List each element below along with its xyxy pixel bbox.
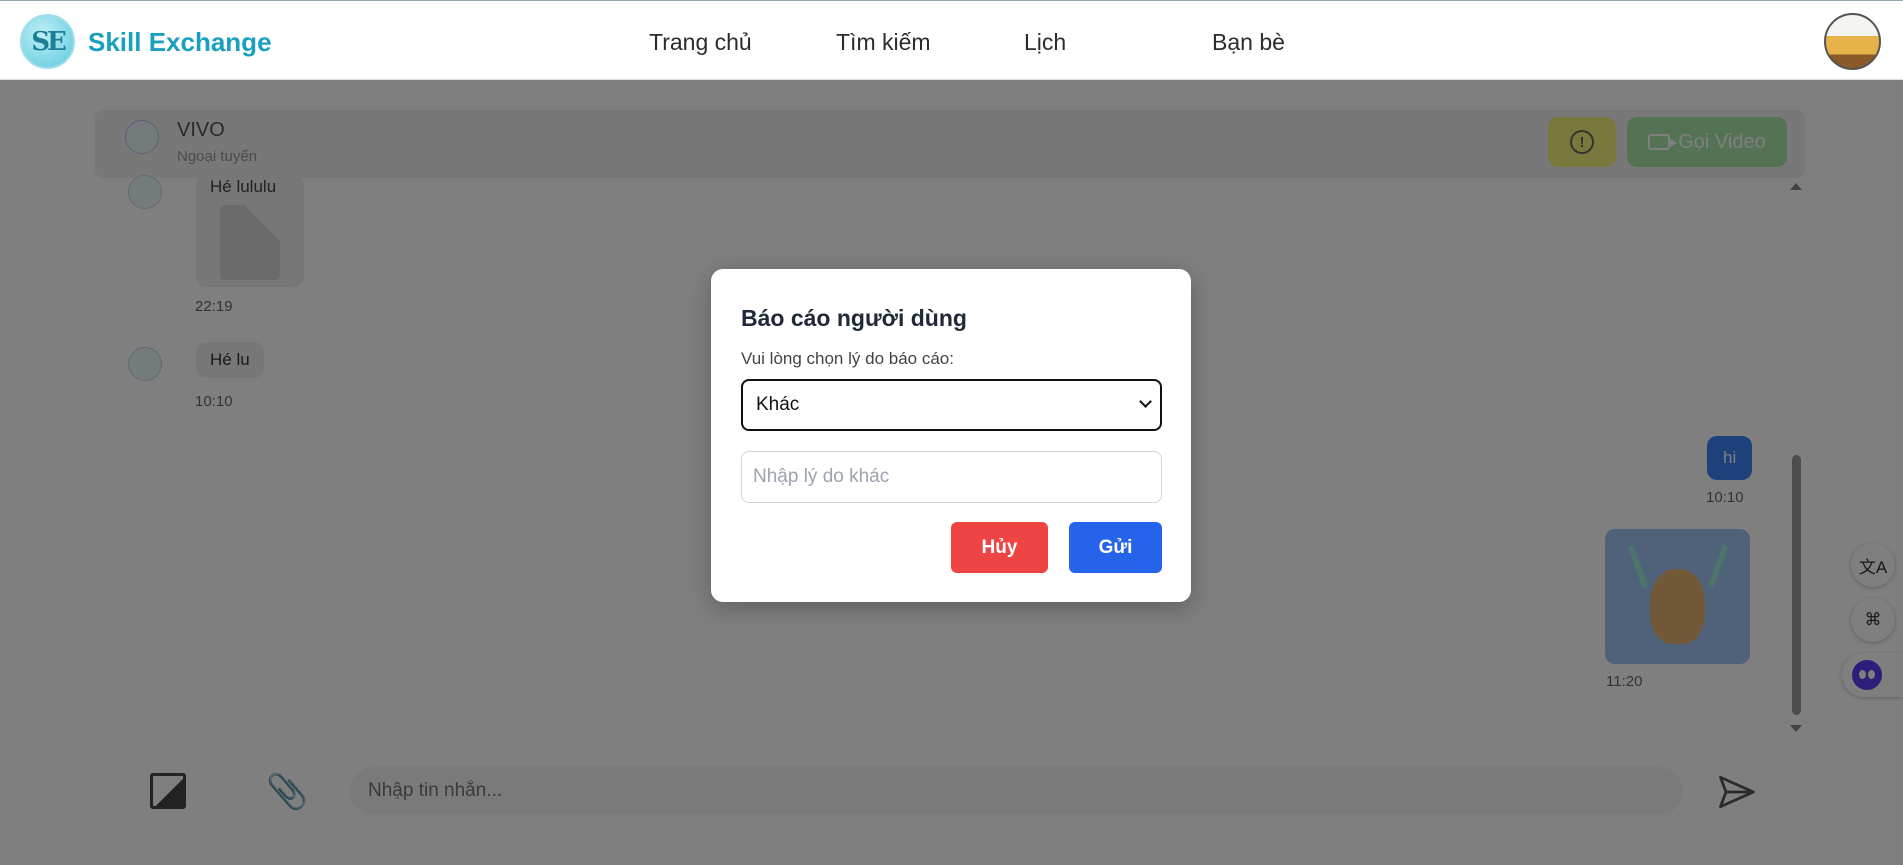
other-reason-input[interactable] [741,451,1162,503]
submit-button[interactable]: Gửi [1069,522,1162,573]
selected-reason: Khác [756,394,800,415]
top-navbar: SE Skill Exchange Trang chủ Tìm kiếm Lịc… [0,0,1903,80]
report-user-dialog: Báo cáo người dùng Vui lòng chọn lý do b… [711,269,1191,602]
dialog-title: Báo cáo người dùng [741,305,967,331]
logo-icon[interactable]: SE [20,14,75,69]
user-avatar[interactable] [1824,13,1881,70]
nav-friends[interactable]: Bạn bè [1212,29,1285,56]
chevron-down-icon [1139,395,1152,408]
brand-name[interactable]: Skill Exchange [88,27,272,58]
nav-calendar[interactable]: Lịch [1024,29,1066,56]
reason-select[interactable]: Khác [741,379,1162,431]
reason-label: Vui lòng chọn lý do báo cáo: [741,349,954,368]
nav-search[interactable]: Tìm kiếm [836,29,931,56]
cancel-button[interactable]: Hủy [951,522,1048,573]
nav-home[interactable]: Trang chủ [649,29,752,56]
